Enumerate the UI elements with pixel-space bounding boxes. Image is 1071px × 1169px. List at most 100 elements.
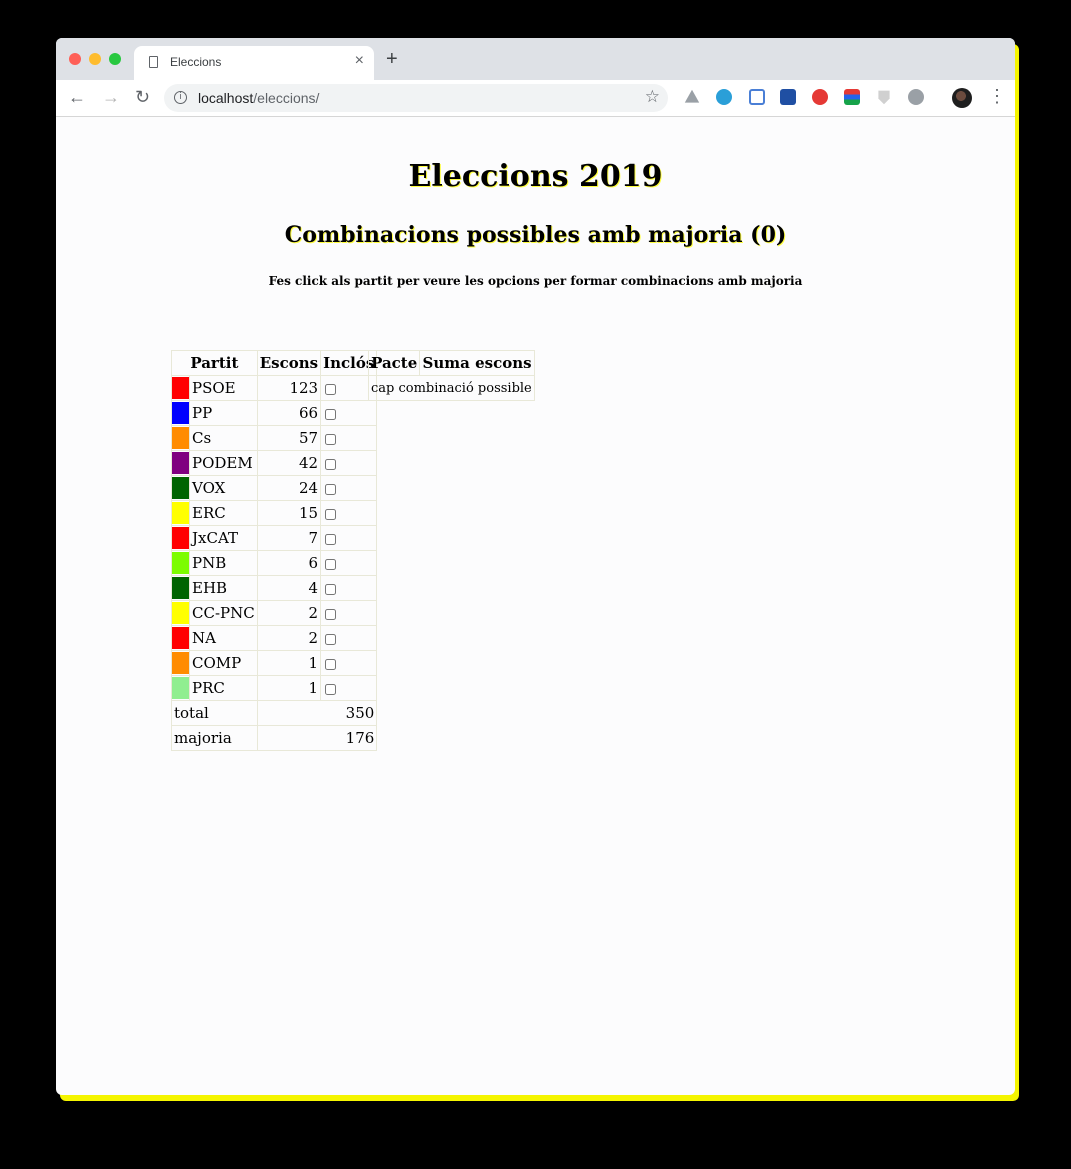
party-include-cell: [320, 550, 378, 576]
profile-avatar[interactable]: [952, 88, 972, 108]
party-name[interactable]: PODEM: [189, 450, 258, 476]
party-include-cell: [320, 525, 378, 551]
extension-bookmark-icon[interactable]: [780, 89, 796, 105]
forward-button[interactable]: →: [102, 87, 120, 108]
tab-eleccions[interactable]: Eleccions ×: [134, 46, 374, 80]
extension-gauge-icon[interactable]: [908, 89, 924, 105]
party-seats: 15: [256, 500, 322, 526]
minimize-window-button[interactable]: [89, 53, 101, 65]
back-button[interactable]: ←: [68, 87, 86, 108]
party-row[interactable]: PP 66: [171, 400, 378, 426]
party-name[interactable]: VOX: [189, 475, 258, 501]
party-include-checkbox[interactable]: [325, 383, 337, 395]
party-color-swatch: [171, 525, 190, 551]
url-text: localhost/eleccions/: [198, 90, 319, 106]
party-name[interactable]: PSOE: [189, 375, 258, 401]
document-icon: [149, 56, 158, 68]
party-include-checkbox[interactable]: [325, 483, 337, 495]
extension-check-icon[interactable]: [716, 89, 732, 105]
menu-kebab-icon[interactable]: ⋮: [988, 86, 1006, 107]
party-include-checkbox[interactable]: [325, 633, 337, 645]
close-window-button[interactable]: [69, 53, 81, 65]
extension-color-icon[interactable]: [844, 89, 860, 105]
party-color-block: [172, 427, 189, 449]
party-row[interactable]: JxCAT 7: [171, 525, 378, 551]
party-name[interactable]: CC-PNC: [189, 600, 258, 626]
party-color-swatch: [171, 400, 190, 426]
party-name[interactable]: JxCAT: [189, 525, 258, 551]
party-include-checkbox[interactable]: [325, 583, 337, 595]
browser-toolbar: ← → ↻ i localhost/eleccions/ ☆ ⋮: [56, 80, 1015, 117]
info-icon[interactable]: i: [174, 91, 187, 104]
page-subtitle: Combinacions possibles amb majoria (0): [284, 222, 787, 248]
party-name[interactable]: NA: [189, 625, 258, 651]
party-seats: 7: [256, 525, 322, 551]
party-include-checkbox[interactable]: [325, 433, 337, 445]
party-color-block: [172, 502, 189, 524]
party-include-checkbox[interactable]: [325, 608, 337, 620]
party-row[interactable]: PSOE 123: [171, 375, 378, 401]
extension-shield-icon[interactable]: [878, 90, 890, 105]
party-seats: 2: [256, 625, 322, 651]
party-row[interactable]: PNB 6: [171, 550, 378, 576]
party-include-checkbox[interactable]: [325, 558, 337, 570]
party-row[interactable]: EHB 4: [171, 575, 378, 601]
total-row: total 350: [171, 700, 378, 726]
party-color-swatch: [171, 600, 190, 626]
reload-button[interactable]: ↻: [135, 87, 150, 108]
majority-value: 176: [256, 725, 378, 751]
header-pacte: Pacte: [367, 350, 421, 376]
party-include-checkbox[interactable]: [325, 408, 337, 420]
party-row[interactable]: PODEM 42: [171, 450, 378, 476]
party-name[interactable]: Cs: [189, 425, 258, 451]
party-color-swatch: [171, 550, 190, 576]
party-include-checkbox[interactable]: [325, 658, 337, 670]
party-row[interactable]: CC-PNC 2: [171, 600, 378, 626]
party-color-block: [172, 377, 189, 399]
header-suma-escons: Suma escons: [419, 350, 535, 376]
total-value: 350: [256, 700, 378, 726]
party-seats: 2: [256, 600, 322, 626]
party-row[interactable]: ERC 15: [171, 500, 378, 526]
party-include-checkbox[interactable]: [325, 533, 337, 545]
party-include-cell: [320, 500, 378, 526]
page-title: Eleccions 2019: [408, 159, 663, 194]
party-include-cell: [320, 400, 378, 426]
address-bar[interactable]: i localhost/eleccions/ ☆: [164, 84, 668, 112]
extension-counter-icon[interactable]: [749, 89, 765, 105]
party-row[interactable]: COMP 1: [171, 650, 378, 676]
party-color-block: [172, 577, 189, 599]
total-label: total: [171, 700, 258, 726]
party-include-checkbox[interactable]: [325, 683, 337, 695]
party-row[interactable]: PRC 1: [171, 675, 378, 701]
pacts-empty-row: cap combinació possible: [368, 375, 535, 401]
party-row[interactable]: Cs 57: [171, 425, 378, 451]
party-color-block: [172, 677, 189, 699]
bookmark-star-icon[interactable]: ☆: [645, 87, 660, 107]
party-name[interactable]: ERC: [189, 500, 258, 526]
party-name[interactable]: EHB: [189, 575, 258, 601]
party-row[interactable]: VOX 24: [171, 475, 378, 501]
party-seats: 66: [256, 400, 322, 426]
header-partit: Partit: [171, 350, 258, 376]
party-color-swatch: [171, 625, 190, 651]
party-color-block: [172, 402, 189, 424]
party-color-block: [172, 552, 189, 574]
new-tab-button[interactable]: +: [386, 48, 398, 71]
party-include-checkbox[interactable]: [325, 458, 337, 470]
party-name[interactable]: COMP: [189, 650, 258, 676]
party-include-cell: [320, 450, 378, 476]
party-name[interactable]: PRC: [189, 675, 258, 701]
parties-table: Partit Escons Inclós PSOE 123 PP 66 Cs 57 PODE…: [171, 350, 378, 751]
drive-extension-icon[interactable]: [684, 89, 700, 103]
close-tab-icon[interactable]: ×: [355, 52, 364, 70]
tab-bar: Eleccions × +: [56, 38, 1015, 80]
party-name[interactable]: PP: [189, 400, 258, 426]
party-row[interactable]: NA 2: [171, 625, 378, 651]
party-include-checkbox[interactable]: [325, 508, 337, 520]
party-name[interactable]: PNB: [189, 550, 258, 576]
maximize-window-button[interactable]: [109, 53, 121, 65]
party-color-swatch: [171, 650, 190, 676]
party-color-swatch: [171, 675, 190, 701]
extension-adblock-icon[interactable]: [812, 89, 828, 105]
